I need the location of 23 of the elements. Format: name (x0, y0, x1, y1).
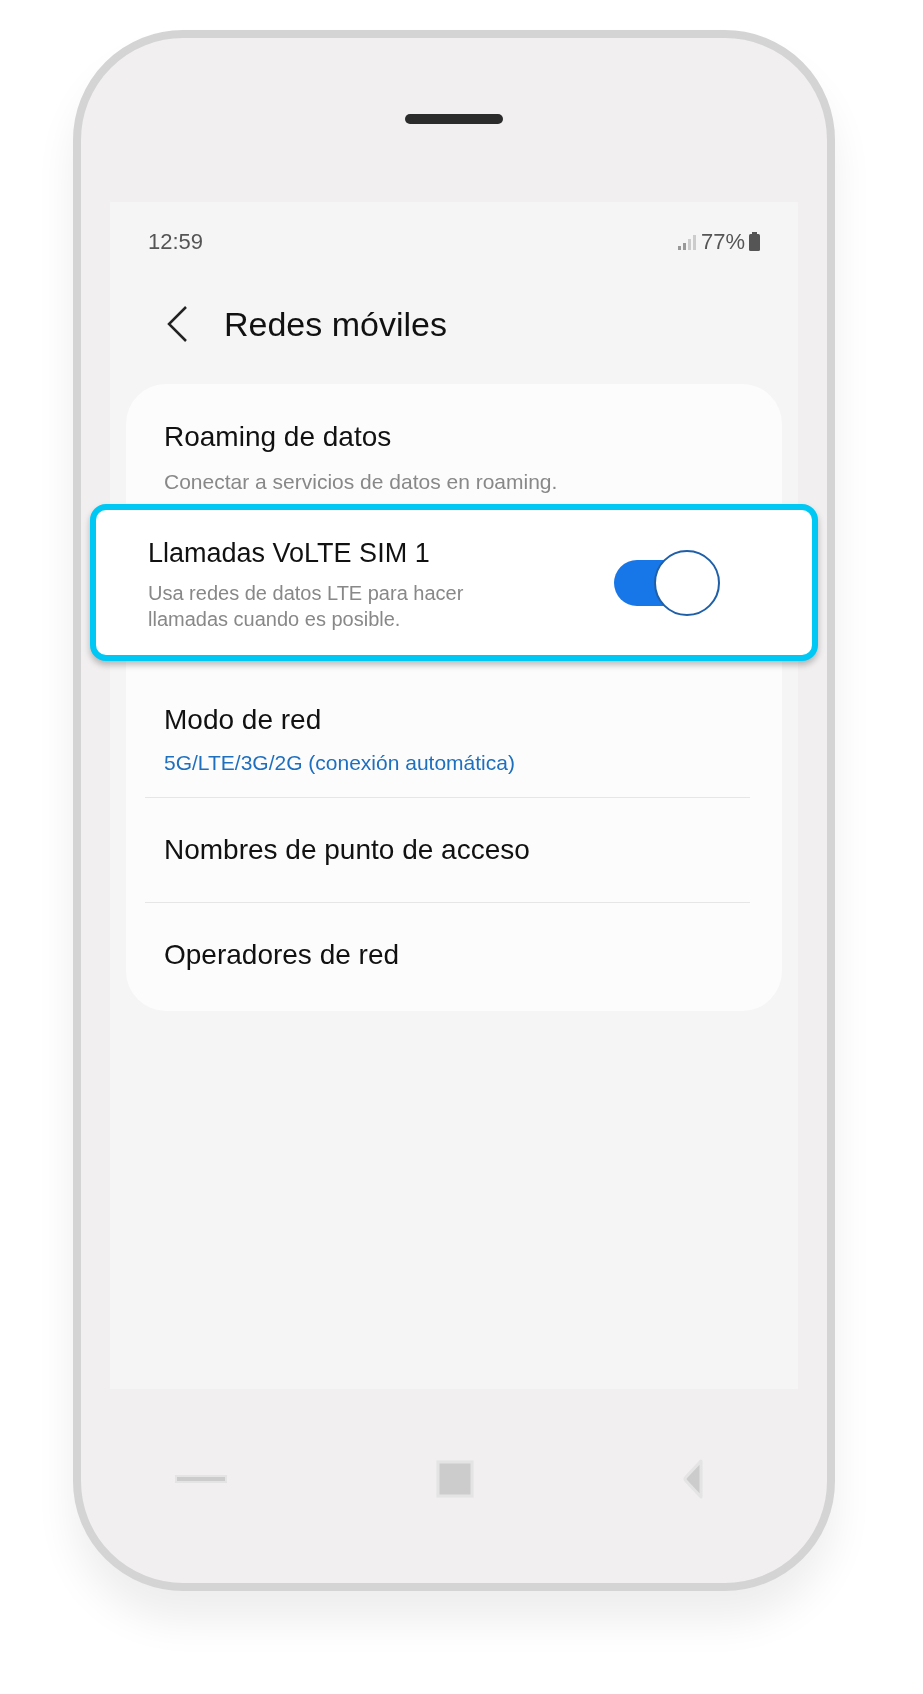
battery-icon (749, 232, 760, 251)
setting-row[interactable]: Nombres de punto de acceso (126, 798, 782, 902)
page-title: Redes móviles (224, 303, 447, 345)
signal-icon (676, 232, 697, 251)
status-time: 12:59 (148, 228, 204, 256)
setting-description: Usa redes de datos LTE para hacer llamadas cuando es posible. (148, 580, 465, 632)
setting-value: 5G/LTE/3G/2G (conexión automática) (164, 750, 515, 776)
setting-title: Llamadas VoLTE SIM 1 (148, 537, 431, 571)
setting-title: Modo de red (164, 703, 323, 737)
setting-row[interactable]: Modo de red 5G/LTE/3G/2G (conexión automática) (126, 661, 782, 797)
toggle-switch[interactable] (614, 548, 720, 617)
back-icon[interactable] (165, 305, 189, 343)
recent-apps-icon[interactable] (175, 1475, 227, 1483)
setting-row[interactable]: Llamadas VoLTE SIM 1 Usa redes de datos LTE para hacer llamadas cuando es posible. (90, 504, 818, 661)
home-icon[interactable] (436, 1460, 474, 1498)
battery-percent: 77% (700, 228, 745, 256)
setting-title: Nombres de punto de acceso (164, 833, 530, 867)
setting-row[interactable]: Roaming de datos Conectar a servicios de datos en roaming. (126, 384, 782, 504)
setting-title: Roaming de datos (164, 420, 393, 454)
setting-row[interactable]: Operadores de red (126, 903, 782, 1007)
setting-title: Operadores de red (164, 938, 400, 972)
setting-description: Conectar a servicios de datos en roaming. (164, 469, 558, 495)
back-nav-icon[interactable] (683, 1459, 703, 1499)
